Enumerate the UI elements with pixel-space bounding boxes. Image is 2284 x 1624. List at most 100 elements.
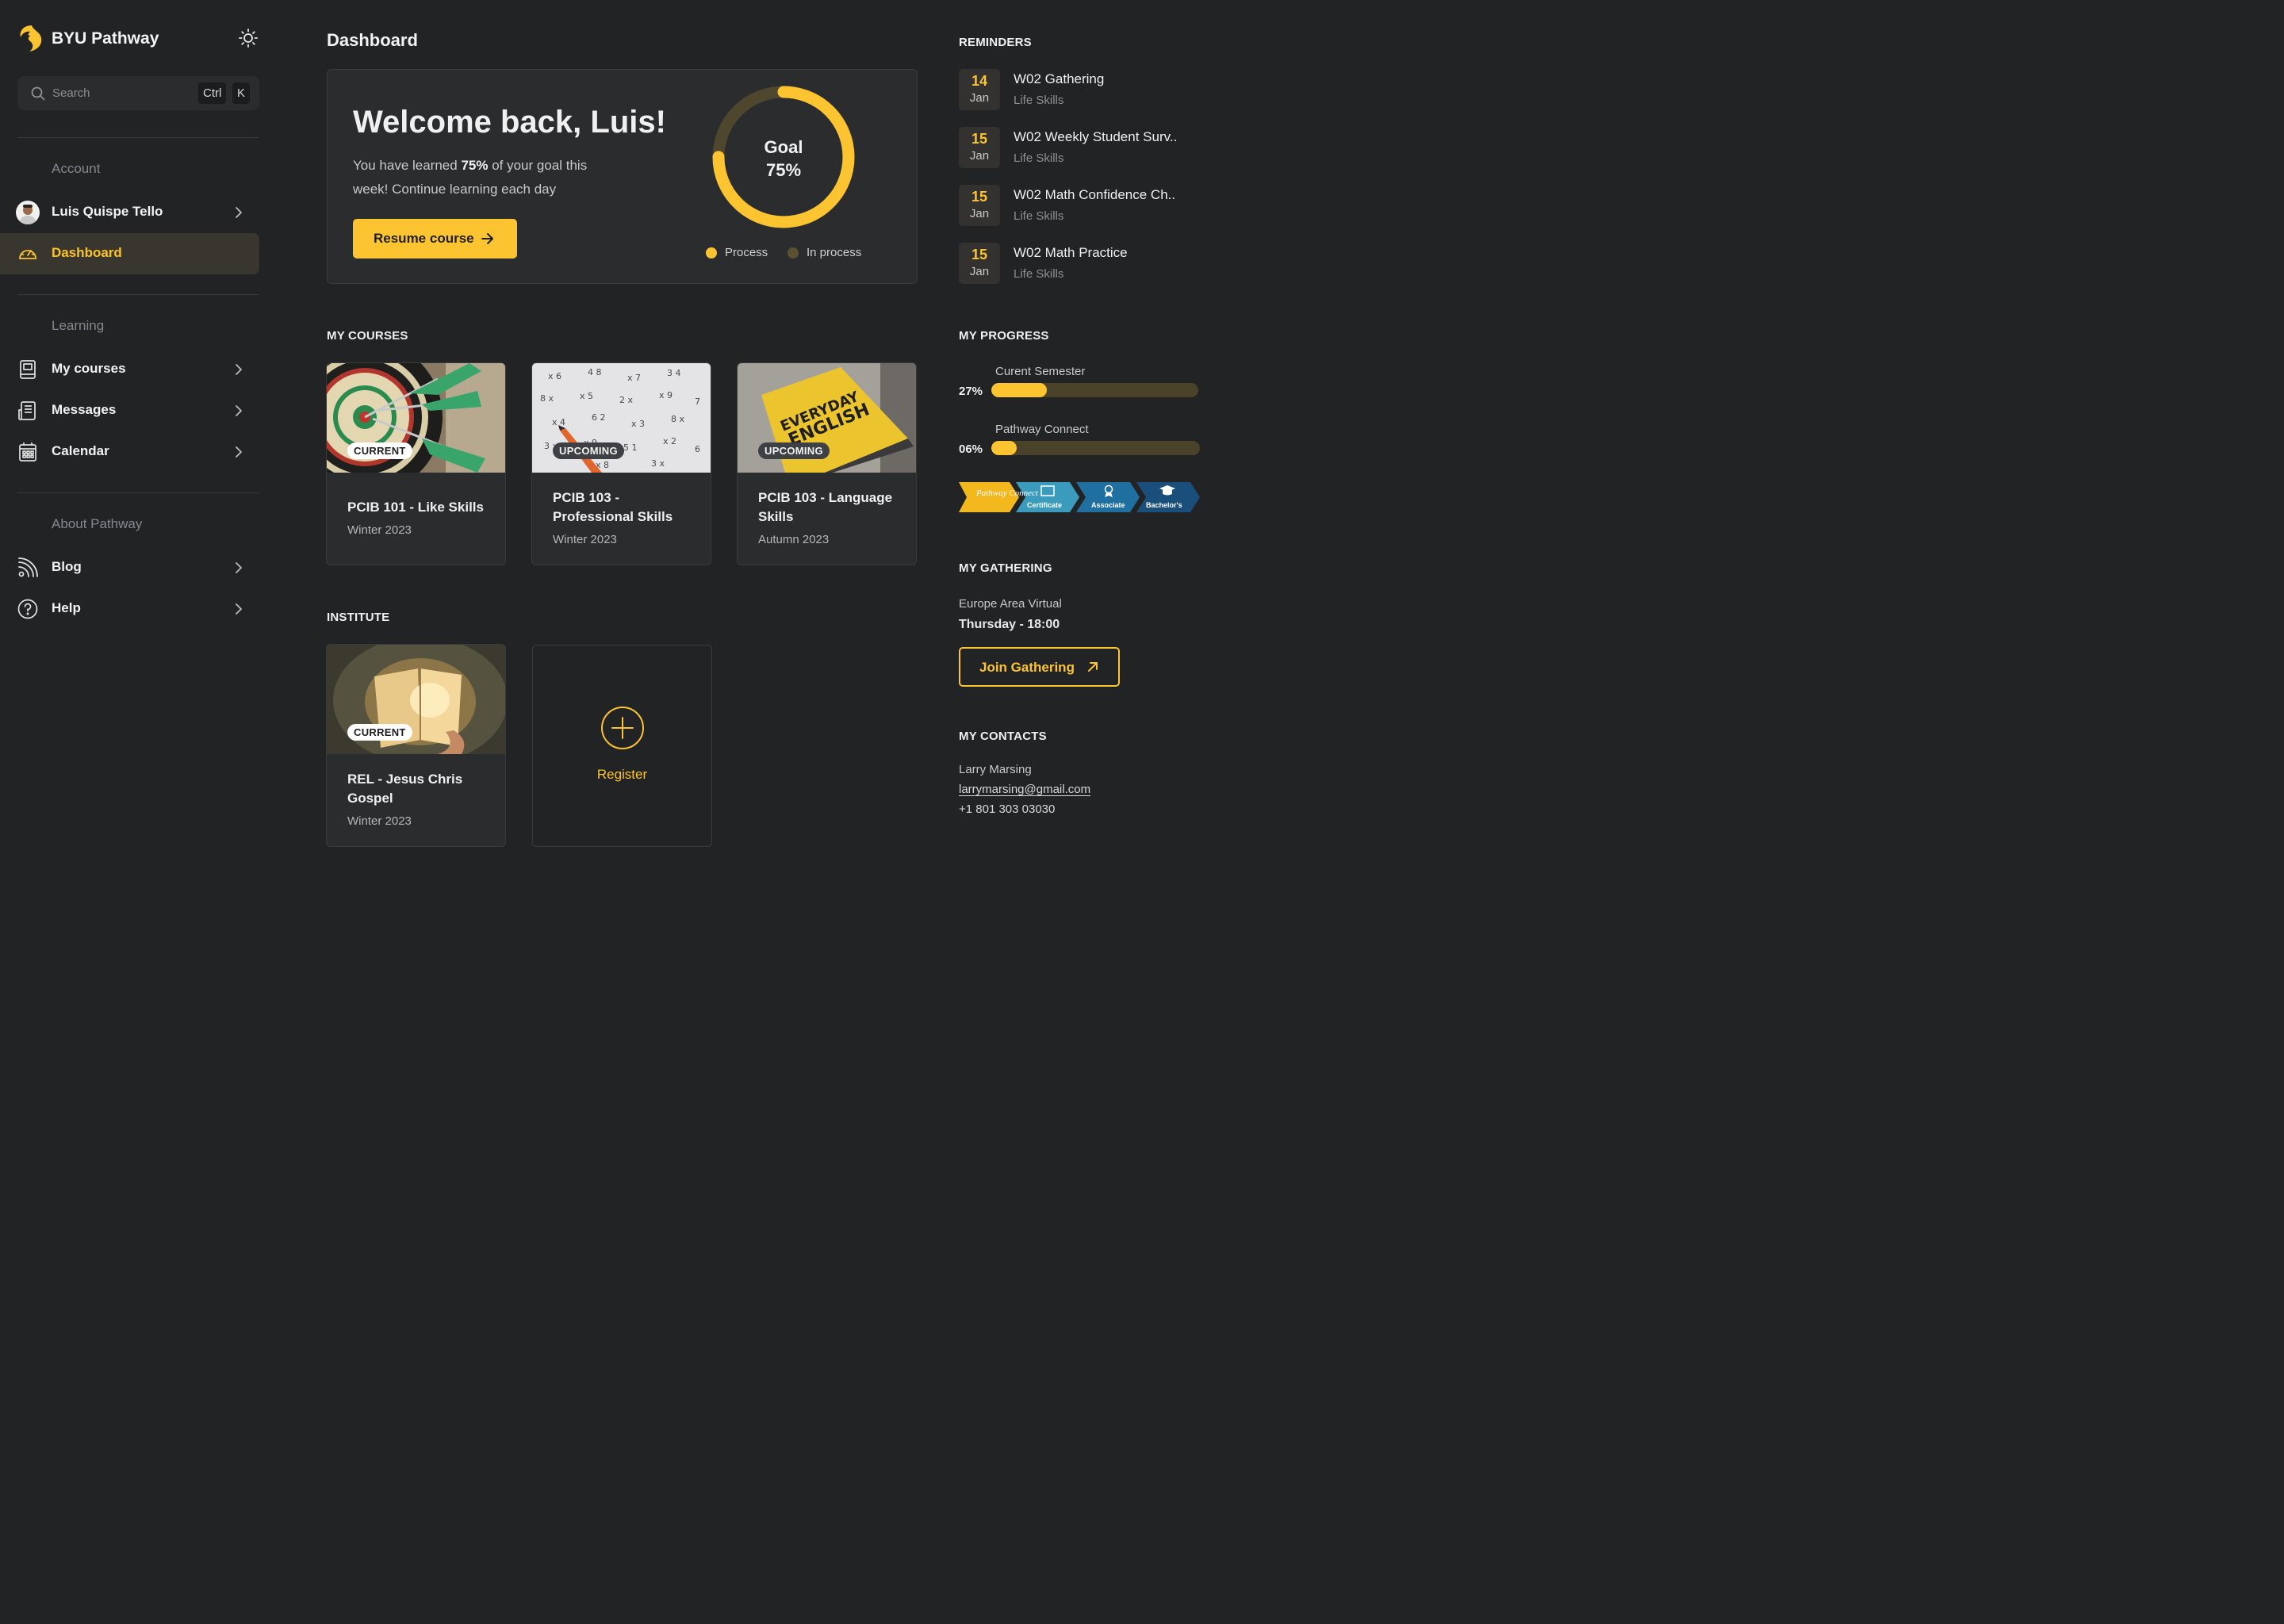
progress-percent: 06% <box>959 442 983 456</box>
course-image-english-book: EVERYDAY ENGLISH UPCOMING <box>738 363 916 473</box>
course-title: PCIB 103 - Language Skills <box>758 490 893 524</box>
course-title: PCIB 103 - Professional Skills <box>553 490 673 524</box>
brand-name: BYU Pathway <box>52 29 159 48</box>
step-label-pathway: Pathway Connect <box>975 488 1039 498</box>
step-label-bachelors: Bachelor's <box>1146 501 1182 509</box>
course-term: Winter 2023 <box>553 533 617 546</box>
progress-bar-fill <box>991 383 1048 397</box>
sidebar-item-blog[interactable]: Blog <box>0 547 259 588</box>
degree-path-steps: Pathway Connect Certificate Associate Ba… <box>959 482 1200 512</box>
reminders-heading: REMINDERS <box>959 36 1032 49</box>
reminder-title: W02 Math Confidence Ch.. <box>1014 187 1176 202</box>
svg-text:3 4: 3 4 <box>667 368 681 378</box>
welcome-description: You have learned 75% of your goal this w… <box>353 158 588 197</box>
reminder-date: 14 Jan <box>959 69 1000 110</box>
svg-text:4 8: 4 8 <box>588 367 602 377</box>
sidebar-item-label: Help <box>52 600 81 615</box>
brand-logo[interactable] <box>17 24 44 52</box>
my-courses-heading: MY COURSES <box>327 329 408 343</box>
reminder-item[interactable]: 14 Jan W02 Gathering Life Skills <box>959 69 1221 110</box>
reminder-subtitle: Life Skills <box>1014 94 1064 107</box>
course-image-reading: CURRENT <box>327 645 505 754</box>
progress-bar-pathway-connect <box>991 441 1200 455</box>
sidebar-item-label: Blog <box>52 559 82 574</box>
svg-text:8 x: 8 x <box>540 393 554 404</box>
course-term: Winter 2023 <box>347 814 412 828</box>
course-card[interactable]: EVERYDAY ENGLISH UPCOMING PCIB 103 - Lan… <box>737 362 917 565</box>
contacts-heading: MY CONTACTS <box>959 730 1047 743</box>
progress-percent: 27% <box>959 385 983 398</box>
step-label-associate: Associate <box>1091 501 1125 509</box>
contact-name: Larry Marsing <box>959 763 1032 776</box>
reminder-date: 15 Jan <box>959 243 1000 284</box>
theme-toggle-icon[interactable] <box>238 28 259 48</box>
calendar-icon <box>19 442 36 462</box>
reminder-item[interactable]: 15 Jan W02 Math Practice Life Skills <box>959 243 1221 284</box>
plus-circle-icon <box>601 707 644 749</box>
svg-text:x 2: x 2 <box>663 436 676 446</box>
chevron-right-icon <box>236 364 242 375</box>
reminder-subtitle: Life Skills <box>1014 209 1064 223</box>
sidebar-divider <box>17 492 259 493</box>
search-placeholder: Search <box>52 86 90 100</box>
svg-text:3 x: 3 x <box>651 458 665 469</box>
course-image-darts: CURRENT <box>327 363 505 473</box>
avatar <box>16 201 40 224</box>
svg-text:5 1: 5 1 <box>623 442 638 453</box>
svg-text:x 6: x 6 <box>548 371 561 381</box>
user-name: Luis Quispe Tello <box>52 204 163 219</box>
svg-text:2 x: 2 x <box>619 395 633 405</box>
sidebar: BYU Pathway Search Ctrl K Account Luis Q… <box>0 0 278 884</box>
gathering-area: Europe Area Virtual <box>959 597 1062 611</box>
arrow-right-icon <box>481 233 493 244</box>
gauge-icon <box>19 250 36 259</box>
course-status-badge: CURRENT <box>347 442 412 459</box>
welcome-card: Welcome back, Luis! You have learned 75%… <box>327 69 918 284</box>
course-card[interactable]: CURRENT PCIB 101 - Like Skills Winter 20… <box>326 362 506 565</box>
progress-bar-semester <box>991 383 1198 397</box>
join-gathering-button[interactable]: Join Gathering <box>959 647 1120 687</box>
reminder-item[interactable]: 15 Jan W02 Weekly Student Surv.. Life Ski… <box>959 127 1221 168</box>
institute-card[interactable]: CURRENT REL - Jesus Chris Gospel Winter … <box>326 644 506 847</box>
goal-value: 75% <box>765 160 802 180</box>
shortcut-k-key: K <box>232 82 251 104</box>
goal-percent-inline: 75% <box>461 158 489 173</box>
svg-text:8 x: 8 x <box>671 414 684 424</box>
sidebar-item-help[interactable]: Help <box>0 588 259 630</box>
sidebar-item-messages[interactable]: Messages <box>0 390 259 431</box>
sidebar-item-dashboard[interactable]: Dashboard <box>0 233 259 274</box>
reminder-title: W02 Gathering <box>1014 71 1105 86</box>
sidebar-item-label: My courses <box>52 361 126 376</box>
chevron-right-icon <box>236 207 242 218</box>
book-icon <box>20 360 36 379</box>
sidebar-divider <box>17 137 259 138</box>
chevron-right-icon <box>236 446 242 458</box>
progress-label: Pathway Connect <box>995 423 1089 436</box>
svg-text:6 2: 6 2 <box>592 412 606 423</box>
search-icon <box>31 86 45 101</box>
contact-phone: +1 801 303 03030 <box>959 802 1056 816</box>
about-section-label: About Pathway <box>52 516 143 531</box>
register-label: Register <box>596 767 648 782</box>
sidebar-item-calendar[interactable]: Calendar <box>0 431 259 473</box>
progress-bar-fill <box>991 441 1017 455</box>
contact-email-link[interactable]: larrymarsing@gmail.com <box>959 783 1090 796</box>
resume-course-button[interactable]: Resume course <box>353 219 517 259</box>
reminder-item[interactable]: 15 Jan W02 Math Confidence Ch.. Life Skil… <box>959 185 1221 226</box>
sidebar-item-my-courses[interactable]: My courses <box>0 349 259 390</box>
course-card[interactable]: x 64 8x 73 4 8 xx 52 xx 97 x 46 2x 38 x … <box>531 362 711 565</box>
learning-section-label: Learning <box>52 318 105 333</box>
course-term: Winter 2023 <box>347 523 412 537</box>
step-label-certificate: Certificate <box>1027 501 1062 509</box>
course-title: PCIB 101 - Like Skills <box>347 500 484 515</box>
sidebar-item-label: Messages <box>52 402 117 417</box>
welcome-heading: Welcome back, Luis! <box>353 105 666 140</box>
sidebar-item-account[interactable]: Luis Quispe Tello <box>0 192 259 233</box>
register-card[interactable]: Register <box>532 645 712 847</box>
gathering-heading: MY GATHERING <box>959 561 1052 575</box>
search-input[interactable]: Search Ctrl K <box>17 76 259 110</box>
institute-heading: INSTITUTE <box>327 611 390 624</box>
reminder-date: 15 Jan <box>959 127 1000 168</box>
svg-text:x 3: x 3 <box>631 419 645 429</box>
svg-text:x 9: x 9 <box>659 390 673 400</box>
